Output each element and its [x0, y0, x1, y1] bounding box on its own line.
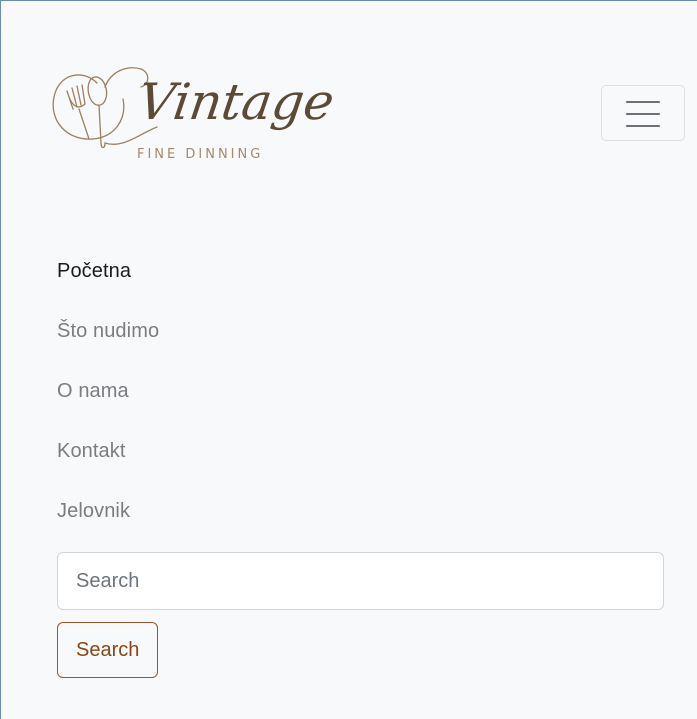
- brand-name: Vintage: [135, 72, 338, 131]
- brand-logo-link[interactable]: Vintage FINE DINNING: [45, 57, 355, 167]
- nav-item-o-nama: O nama: [57, 373, 159, 433]
- brand-logo: Vintage FINE DINNING: [52, 67, 338, 162]
- fork-icon: [66, 84, 90, 140]
- nav-link-pocetna[interactable]: Početna: [57, 260, 131, 282]
- nav-item-sto-nudimo: Što nudimo: [57, 313, 159, 373]
- search-button[interactable]: Search: [57, 622, 159, 678]
- navbar-toggler-button[interactable]: [601, 85, 685, 141]
- nav-item-jelovnik: Jelovnik: [57, 493, 159, 553]
- nav-link-sto-nudimo[interactable]: Što nudimo: [57, 320, 159, 342]
- nav-link-o-nama[interactable]: O nama: [57, 380, 129, 402]
- main-nav: Početna Što nudimo O nama Kontakt Jelovn…: [57, 253, 159, 553]
- brand-tagline: FINE DINNING: [137, 147, 263, 162]
- nav-item-kontakt: Kontakt: [57, 433, 159, 493]
- nav-link-jelovnik[interactable]: Jelovnik: [57, 500, 130, 522]
- page-frame: Vintage FINE DINNING Početna Što nudimo …: [0, 0, 697, 719]
- nav-item-pocetna: Početna: [57, 253, 159, 313]
- search-input[interactable]: [57, 552, 664, 610]
- nav-link-kontakt[interactable]: Kontakt: [57, 440, 126, 462]
